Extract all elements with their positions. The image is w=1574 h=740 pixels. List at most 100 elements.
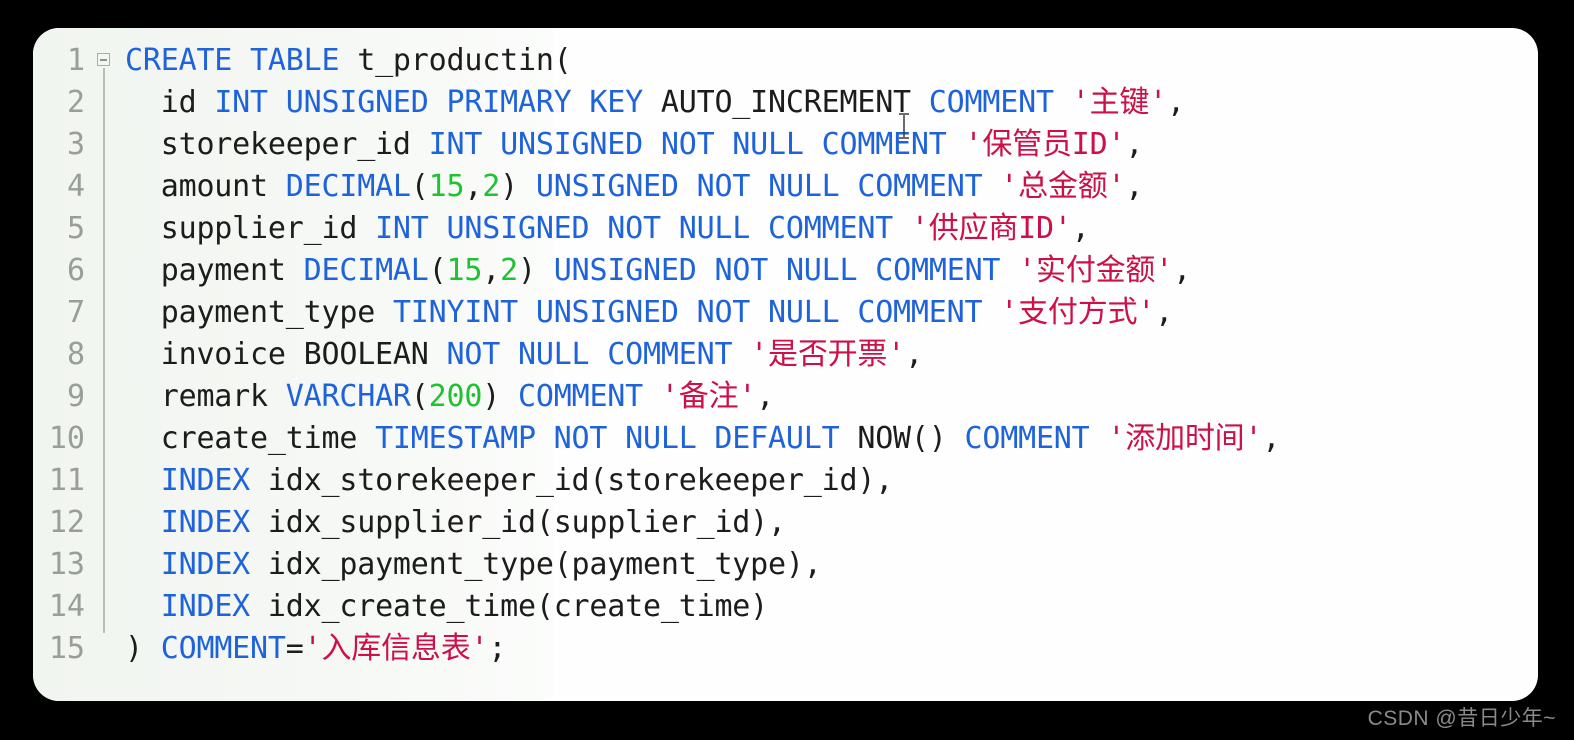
- fold-collapse-icon[interactable]: [97, 53, 110, 66]
- code-token-pln: NOW(): [857, 421, 965, 456]
- line-number: 10: [48, 421, 85, 456]
- code-token-str: '入库信息表': [303, 631, 489, 666]
- code-token-kw: INT UNSIGNED PRIMARY KEY: [214, 85, 661, 120]
- code-token-pln: [125, 547, 161, 582]
- code-token-pln: ,: [1173, 253, 1191, 288]
- code-token-pln: AUTO_INCREMENT: [660, 85, 929, 120]
- code-token-str: '支付方式': [1000, 295, 1156, 330]
- code-content-area[interactable]: CREATE TABLE t_productin( id INT UNSIGNE…: [123, 28, 1538, 701]
- code-line[interactable]: amount DECIMAL(15,2) UNSIGNED NOT NULL C…: [125, 166, 1538, 208]
- code-token-kw: INDEX: [160, 463, 268, 498]
- line-number: 4: [66, 169, 85, 204]
- code-token-pln: (: [410, 169, 429, 204]
- code-token-str: '主键': [1071, 85, 1168, 120]
- code-token-kw: VARCHAR: [285, 379, 411, 414]
- code-line[interactable]: INDEX idx_supplier_id(supplier_id),: [125, 502, 1538, 544]
- code-token-pln: ,: [756, 379, 775, 414]
- screenshot-stage: 1 2 3 4 5 6 7 8 9 10 11 12 13 14 15 CREATE TABLE t_pro…: [0, 0, 1574, 740]
- line-number: 13: [48, 547, 85, 582]
- code-token-kw: DECIMAL: [303, 253, 429, 288]
- code-token-pln: [125, 463, 161, 498]
- code-line[interactable]: storekeeper_id INT UNSIGNED NOT NULL COM…: [125, 124, 1538, 166]
- code-line[interactable]: CREATE TABLE t_productin(: [125, 40, 1538, 82]
- code-token-pln: storekeeper_id: [125, 127, 429, 162]
- code-line[interactable]: payment_type TINYINT UNSIGNED NOT NULL C…: [125, 292, 1538, 334]
- watermark-label: CSDN @昔日少年~: [1367, 707, 1556, 730]
- code-editor-panel[interactable]: 1 2 3 4 5 6 7 8 9 10 11 12 13 14 15 CREATE TABLE t_pro…: [33, 28, 1538, 701]
- code-token-pln: idx_payment_type(payment_type),: [267, 547, 822, 582]
- code-token-str: '备注': [660, 379, 757, 414]
- code-token-kw: INT UNSIGNED NOT NULL COMMENT: [375, 211, 911, 246]
- code-line[interactable]: ) COMMENT='入库信息表';: [125, 628, 1538, 670]
- code-line[interactable]: payment DECIMAL(15,2) UNSIGNED NOT NULL …: [125, 250, 1538, 292]
- code-token-pln: ,: [1125, 169, 1144, 204]
- code-token-pln: ,: [1071, 211, 1090, 246]
- code-token-pln: ,: [1125, 127, 1144, 162]
- code-token-pln: ,: [482, 253, 501, 288]
- code-token-num: 15: [428, 169, 465, 204]
- code-token-str: '实付金额': [1018, 253, 1174, 288]
- line-number: 7: [66, 295, 85, 330]
- code-token-pln: ): [125, 631, 161, 666]
- code-token-pln: idx_storekeeper_id(storekeeper_id),: [267, 463, 894, 498]
- code-token-pln: amount: [125, 169, 286, 204]
- code-line[interactable]: invoice BOOLEAN NOT NULL COMMENT '是否开票',: [125, 334, 1538, 376]
- code-token-pln: invoice BOOLEAN: [125, 337, 447, 372]
- code-token-kw: COMMENT: [518, 379, 661, 414]
- code-token-pln: (: [410, 379, 429, 414]
- fold-guide-line: [103, 68, 105, 633]
- code-token-kw: TINYINT UNSIGNED NOT NULL COMMENT: [392, 295, 1001, 330]
- code-line[interactable]: id INT UNSIGNED PRIMARY KEY AUTO_INCREME…: [125, 82, 1538, 124]
- code-token-str: '添加时间': [1107, 421, 1263, 456]
- code-token-str: '是否开票': [750, 337, 906, 372]
- code-token-kw: INDEX: [160, 589, 268, 624]
- code-token-kw: INDEX: [160, 505, 268, 540]
- code-token-pln: id: [125, 85, 215, 120]
- code-token-pln: ): [518, 253, 554, 288]
- code-line[interactable]: supplier_id INT UNSIGNED NOT NULL COMMEN…: [125, 208, 1538, 250]
- code-token-pln: ,: [464, 169, 483, 204]
- code-token-num: 2: [500, 253, 519, 288]
- line-number: 3: [66, 127, 85, 162]
- code-token-pln: t_productin(: [357, 43, 572, 78]
- code-token-str: '总金额': [1000, 169, 1126, 204]
- code-line[interactable]: create_time TIMESTAMP NOT NULL DEFAULT N…: [125, 418, 1538, 460]
- code-line[interactable]: INDEX idx_payment_type(payment_type),: [125, 544, 1538, 586]
- code-token-kw: UNSIGNED NOT NULL COMMENT: [535, 169, 1001, 204]
- code-token-kw: COMMENT: [964, 421, 1108, 456]
- code-token-pln: create_time: [125, 421, 376, 456]
- code-token-pln: ,: [905, 337, 923, 372]
- text-cursor-icon: [899, 113, 909, 139]
- code-token-kw: INDEX: [160, 547, 268, 582]
- code-token-pln: [125, 589, 161, 624]
- line-number: 9: [66, 379, 85, 414]
- code-token-kw: TIMESTAMP NOT NULL DEFAULT: [375, 421, 858, 456]
- line-number: 15: [48, 631, 85, 666]
- line-number: 2: [66, 85, 85, 120]
- code-line[interactable]: INDEX idx_create_time(create_time): [125, 586, 1538, 628]
- line-number: 5: [66, 211, 85, 246]
- code-token-pln: [125, 505, 161, 540]
- code-line[interactable]: INDEX idx_storekeeper_id(storekeeper_id)…: [125, 460, 1538, 502]
- line-number: 12: [48, 505, 85, 540]
- code-token-kw: COMMENT: [160, 631, 286, 666]
- code-token-pln: supplier_id: [125, 211, 376, 246]
- code-token-pln: payment: [125, 253, 304, 288]
- code-token-pln: =: [285, 631, 304, 666]
- code-token-pln: payment_type: [125, 295, 393, 330]
- code-token-kw: NOT NULL COMMENT: [446, 337, 751, 372]
- code-token-num: 2: [482, 169, 501, 204]
- code-token-pln: (: [428, 253, 447, 288]
- code-token-kw: CREATE TABLE: [125, 43, 358, 78]
- code-token-pln: ,: [1262, 421, 1281, 456]
- code-line[interactable]: remark VARCHAR(200) COMMENT '备注',: [125, 376, 1538, 418]
- code-token-pln: ,: [1167, 85, 1185, 120]
- line-number: 1: [66, 43, 85, 78]
- code-folding-column[interactable]: [91, 28, 123, 701]
- line-number: 6: [66, 253, 85, 288]
- code-token-num: 15: [446, 253, 483, 288]
- code-token-pln: idx_create_time(create_time): [267, 589, 769, 624]
- line-number-gutter: 1 2 3 4 5 6 7 8 9 10 11 12 13 14 15: [33, 28, 91, 701]
- code-token-kw: UNSIGNED NOT NULL COMMENT: [553, 253, 1019, 288]
- code-token-num: 200: [428, 379, 483, 414]
